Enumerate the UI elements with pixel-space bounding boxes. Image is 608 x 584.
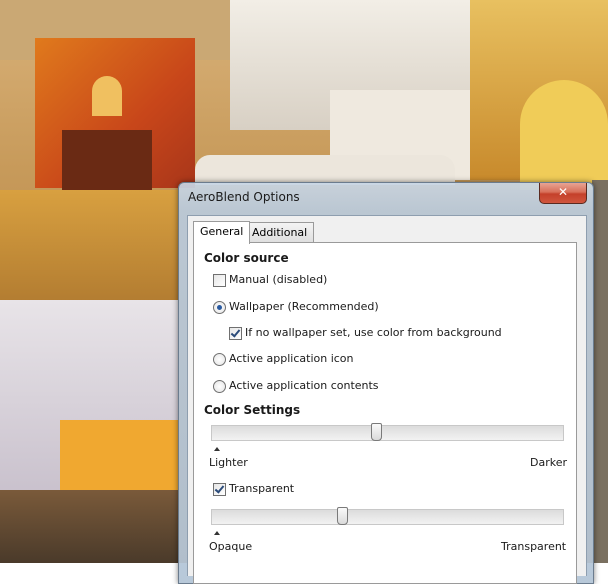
opacity-slider-thumb[interactable] [337,507,349,525]
dialog-title: AeroBlend Options [188,190,300,204]
app-contents-radio-label: Active application contents [229,379,379,392]
fallback-checkbox-label: If no wallpaper set, use color from back… [245,326,502,339]
brightness-slider-tick [214,447,220,451]
tab-additional-label: Additional [252,226,308,239]
manual-checkbox-box[interactable] [213,274,226,287]
fallback-checkbox-box[interactable] [229,327,242,340]
app-contents-radio-circle[interactable] [213,380,226,393]
general-tab-panel: Color source Manual (disabled) Wallpaper… [193,242,577,584]
wallpaper-radio-label: Wallpaper (Recommended) [229,300,379,313]
brightness-slider-track[interactable] [211,425,564,441]
wallpaper-radio-circle[interactable] [213,301,226,314]
app-icon-radio-circle[interactable] [213,353,226,366]
brightness-min-label: Lighter [209,456,248,469]
transparent-checkbox-box[interactable] [213,483,226,496]
tab-general[interactable]: General [193,221,251,244]
opacity-slider-track[interactable] [211,509,564,525]
dialog-client-area: General Additional Color source Manual (… [187,215,587,584]
app-icon-radio-label: Active application icon [229,352,354,365]
transparent-checkbox-label: Transparent [229,482,295,495]
aeroblend-options-dialog: AeroBlend Options ✕ General Additional C… [178,182,594,584]
opacity-max-label: Transparent [501,540,567,553]
color-source-heading: Color source [204,251,289,265]
opacity-min-label: Opaque [209,540,253,553]
color-settings-heading: Color Settings [204,403,301,417]
brightness-slider-thumb[interactable] [371,423,383,441]
opacity-slider-tick [214,531,220,535]
close-button[interactable]: ✕ [539,183,587,204]
manual-checkbox-label: Manual (disabled) [229,273,328,286]
brightness-max-label: Darker [530,456,568,469]
tab-additional[interactable]: Additional [245,222,315,243]
title-bar[interactable]: AeroBlend Options ✕ [179,183,593,211]
close-icon: ✕ [557,185,569,199]
tab-general-label: General [200,225,244,238]
